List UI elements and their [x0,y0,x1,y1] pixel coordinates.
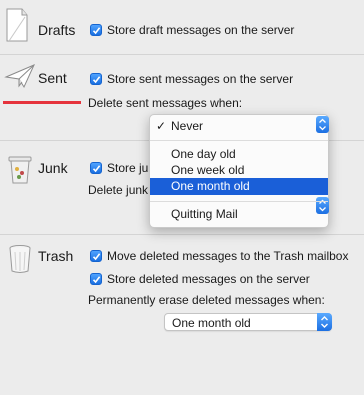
sent-label: Sent [38,70,67,86]
store-drafts-label[interactable]: Store draft messages on the server [107,23,294,37]
drafts-label: Drafts [38,22,76,38]
popup-stepper-icon [317,313,332,331]
move-to-trash-label[interactable]: Move deleted messages to the Trash mailb… [107,249,348,263]
menu-item-one-month-old[interactable]: One month old [150,178,328,195]
paper-plane-icon [4,63,36,92]
menu-item-one-day-old[interactable]: One day old [150,146,328,163]
erase-deleted-value: One month old [172,316,251,330]
section-divider [0,234,364,235]
section-divider [0,54,364,55]
menu-item-never[interactable]: ✓ Never [150,118,328,135]
trash-label: Trash [38,248,74,264]
checkmark-icon: ✓ [156,119,167,133]
delete-junk-label: Delete junk [88,183,149,197]
menu-item-one-week-old[interactable]: One week old [150,162,328,179]
sent-underline-marker [3,101,81,104]
trash-can-icon [8,244,32,277]
store-drafts-checkbox[interactable] [90,24,102,36]
store-junk-label[interactable]: Store jun [107,161,155,175]
drafts-page-icon [5,7,29,46]
erase-deleted-popup[interactable]: One month old [164,313,332,331]
junk-bin-icon [8,155,32,188]
delete-sent-label: Delete sent messages when: [88,96,243,110]
store-sent-checkbox[interactable] [90,73,102,85]
junk-label: Junk [38,160,68,176]
menu-item-quitting-mail[interactable]: Quitting Mail [150,206,328,223]
store-deleted-checkbox[interactable] [90,273,102,285]
move-to-trash-checkbox[interactable] [90,250,102,262]
delete-sent-menu[interactable]: ✓ Never One day old One week old One mon… [149,114,329,228]
menu-stepper-icon [316,116,329,133]
erase-deleted-label: Permanently erase deleted messages when: [88,293,325,307]
store-deleted-label[interactable]: Store deleted messages on the server [107,272,310,286]
store-junk-checkbox[interactable] [90,162,102,174]
menu-separator [150,201,328,202]
menu-separator [150,140,328,141]
store-sent-label[interactable]: Store sent messages on the server [107,72,293,86]
